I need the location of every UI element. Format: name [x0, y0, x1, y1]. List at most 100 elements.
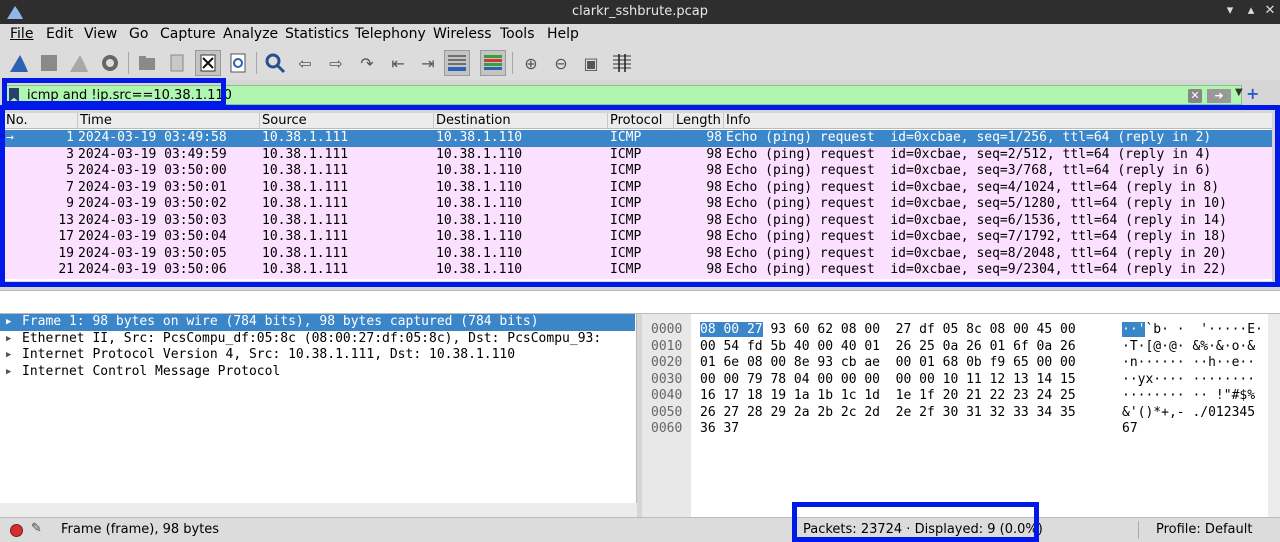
bookmark-icon[interactable] — [9, 88, 19, 102]
cell-dst: 10.38.1.110 — [436, 212, 523, 228]
zoom-out-icon[interactable]: ⊖ — [548, 50, 574, 76]
open-file-icon[interactable] — [134, 50, 160, 76]
byte-ascii-line[interactable]: ·T·[@·@· &%·&·o·& — [1122, 339, 1255, 356]
shark-fin-start-icon[interactable] — [6, 50, 32, 76]
packet-list[interactable]: No. Time Source Destination Protocol Len… — [4, 113, 1272, 281]
column-header-no[interactable]: No. — [4, 113, 78, 129]
table-row[interactable]: 1 2024-03-19 03:49:58 10.38.1.111 10.38.1.1… — [4, 130, 1272, 147]
edit-comment-icon[interactable]: ✎ — [31, 521, 42, 536]
menu-bar: File Edit View Go Capture Analyze Statis… — [0, 24, 1280, 46]
byte-ascii-line[interactable]: ··'`b· · '·····E· — [1122, 322, 1263, 339]
close-file-icon[interactable] — [195, 50, 221, 76]
byte-ascii-line[interactable]: ··yx···· ········ — [1122, 372, 1255, 389]
clear-filter-icon[interactable]: ✕ — [1188, 89, 1202, 103]
resize-columns-icon[interactable] — [609, 50, 635, 76]
column-header-time[interactable]: Time — [78, 113, 260, 129]
menu-help[interactable]: Help — [547, 26, 579, 42]
byte-hex-line[interactable]: 00 54 fd 5b 40 00 40 01 26 25 0a 26 01 6… — [700, 339, 1076, 356]
find-packet-icon[interactable] — [262, 50, 288, 76]
first-packet-icon[interactable]: ⇤ — [385, 50, 411, 76]
bytes-scrollbar[interactable] — [1268, 314, 1280, 517]
menu-view[interactable]: View — [84, 26, 117, 42]
byte-hex-line[interactable]: 36 37 — [700, 421, 739, 438]
table-row[interactable]: 17 2024-03-19 03:50:04 10.38.1.111 10.38.1.… — [4, 229, 1272, 246]
cell-time: 2024-03-19 03:50:06 — [78, 262, 227, 277]
autoscroll-icon[interactable] — [444, 50, 470, 76]
byte-hex-line[interactable]: 01 6e 08 00 8e 93 cb ae 00 01 68 0b f9 6… — [700, 355, 1076, 372]
byte-ascii-line[interactable]: ········ ·· !"#$% — [1122, 388, 1255, 405]
maximize-icon[interactable]: ▴ — [1243, 3, 1259, 19]
cell-dst: 10.38.1.110 — [436, 146, 523, 162]
menu-edit[interactable]: Edit — [46, 26, 73, 42]
byte-hex-line[interactable]: 00 00 79 78 04 00 00 00 00 00 10 11 12 1… — [700, 372, 1076, 389]
byte-hex-line[interactable]: 26 27 28 29 2a 2b 2c 2d 2e 2f 30 31 32 3… — [700, 405, 1076, 422]
minimize-icon[interactable]: ▾ — [1222, 3, 1238, 19]
detail-icmp[interactable]: ▶ Internet Control Message Protocol — [0, 364, 637, 381]
table-row[interactable]: 7 2024-03-19 03:50:01 10.38.1.111 10.38.1.1… — [4, 179, 1272, 196]
byte-hex-line[interactable]: 08 00 27 93 60 62 08 00 27 df 05 8c 08 0… — [700, 322, 1076, 339]
column-header-destination[interactable]: Destination — [434, 113, 608, 129]
capture-options-icon[interactable] — [97, 50, 123, 76]
table-row[interactable]: 9 2024-03-19 03:50:02 10.38.1.111 10.38.1.1… — [4, 196, 1272, 213]
menu-statistics[interactable]: Statistics — [285, 26, 349, 42]
table-row[interactable]: 21 2024-03-19 03:50:06 10.38.1.111 10.38.1.… — [4, 262, 1272, 279]
cell-dst: 10.38.1.110 — [436, 196, 523, 211]
main-toolbar: ⇦ ⇨ ↷ ⇤ ⇥ ⊕ ⊖ ▣ — [0, 46, 1280, 80]
go-back-icon[interactable]: ⇦ — [292, 50, 318, 76]
packet-details[interactable]: ▶ Frame 1: 98 bytes on wire (784 bits), 9… — [0, 314, 637, 517]
packet-bytes[interactable]: 0000 08 00 27 93 60 62 08 00 27 df 05 8c … — [642, 314, 1280, 517]
related-packet-arrow-icon: → — [6, 130, 14, 145]
detail-ethernet[interactable]: ▶ Ethernet II, Src: PcsCompu_df:05:8c (08… — [0, 331, 637, 348]
apply-filter-icon[interactable]: ➜ — [1207, 89, 1231, 103]
menu-wireless[interactable]: Wireless — [433, 26, 492, 42]
display-filter-input[interactable]: icmp and !ip.src==10.38.1.110 ✕ ➜ ▼ — [4, 85, 1243, 105]
byte-ascii-line[interactable]: &'()*+,- ./012345 — [1122, 405, 1255, 422]
save-file-icon[interactable] — [164, 50, 190, 76]
go-to-packet-icon[interactable]: ↷ — [354, 50, 380, 76]
cell-src: 10.38.1.111 — [262, 179, 349, 195]
menu-file[interactable]: File — [10, 26, 33, 42]
menu-tools[interactable]: Tools — [500, 26, 535, 42]
cell-no: 1 — [66, 130, 74, 145]
cell-info: Echo (ping) request id=0xcbae, seq=7/179… — [726, 229, 1227, 244]
stop-capture-icon[interactable] — [36, 50, 62, 76]
reload-file-icon[interactable] — [225, 50, 251, 76]
pane-splitter[interactable] — [0, 290, 1280, 314]
menu-capture[interactable]: Capture — [160, 26, 216, 42]
byte-hex-line[interactable]: 16 17 18 19 1a 1b 1c 1d 1e 1f 20 21 22 2… — [700, 388, 1076, 405]
menu-go[interactable]: Go — [129, 26, 148, 42]
column-header-source[interactable]: Source — [260, 113, 434, 129]
byte-ascii-line[interactable]: 67 — [1122, 421, 1138, 438]
detail-frame[interactable]: ▶ Frame 1: 98 bytes on wire (784 bits), 9… — [0, 314, 635, 331]
cell-length: 98 — [706, 163, 722, 178]
cell-time: 2024-03-19 03:49:58 — [78, 130, 227, 145]
cell-no: 21 — [58, 262, 74, 277]
table-row[interactable]: 3 2024-03-19 03:49:59 10.38.1.111 10.38.1.1… — [4, 146, 1272, 163]
normal-size-icon[interactable]: ▣ — [578, 50, 604, 76]
last-packet-icon[interactable]: ⇥ — [415, 50, 441, 76]
zoom-in-icon[interactable]: ⊕ — [518, 50, 544, 76]
byte-ascii-line[interactable]: ·n······ ··h··e·· — [1122, 355, 1255, 372]
add-filter-button-icon[interactable]: + — [1246, 84, 1259, 103]
table-row[interactable]: 19 2024-03-19 03:50:05 10.38.1.111 10.38.1.… — [4, 245, 1272, 262]
filter-dropdown-icon[interactable]: ▼ — [1235, 87, 1243, 98]
detail-ipv4[interactable]: ▶ Internet Protocol Version 4, Src: 10.38… — [0, 347, 637, 364]
table-row[interactable]: 5 2024-03-19 03:50:00 10.38.1.111 10.38.1.1… — [4, 163, 1272, 180]
colorize-icon[interactable] — [480, 50, 506, 76]
menu-telephony[interactable]: Telephony — [355, 26, 426, 42]
cell-no: 5 — [66, 163, 74, 178]
column-header-length[interactable]: Length — [674, 113, 724, 129]
expert-info-icon[interactable] — [10, 524, 23, 537]
restart-capture-icon[interactable] — [66, 50, 92, 76]
go-forward-icon[interactable]: ⇨ — [323, 50, 349, 76]
status-profile-text[interactable]: Profile: Default — [1156, 522, 1252, 537]
ascii-values: &'()*+,- ./012345 — [1122, 404, 1256, 420]
close-window-icon[interactable]: ✕ — [1262, 3, 1278, 19]
column-header-info[interactable]: Info — [724, 113, 1272, 129]
table-row[interactable]: 13 2024-03-19 03:50:03 10.38.1.111 10.38.1.… — [4, 212, 1272, 229]
packet-list-header: No. Time Source Destination Protocol Len… — [4, 113, 1272, 129]
details-horizontal-scrollbar[interactable] — [0, 503, 637, 517]
menu-analyze[interactable]: Analyze — [223, 26, 278, 42]
column-header-protocol[interactable]: Protocol — [608, 113, 674, 129]
cell-proto: ICMP — [610, 146, 642, 162]
